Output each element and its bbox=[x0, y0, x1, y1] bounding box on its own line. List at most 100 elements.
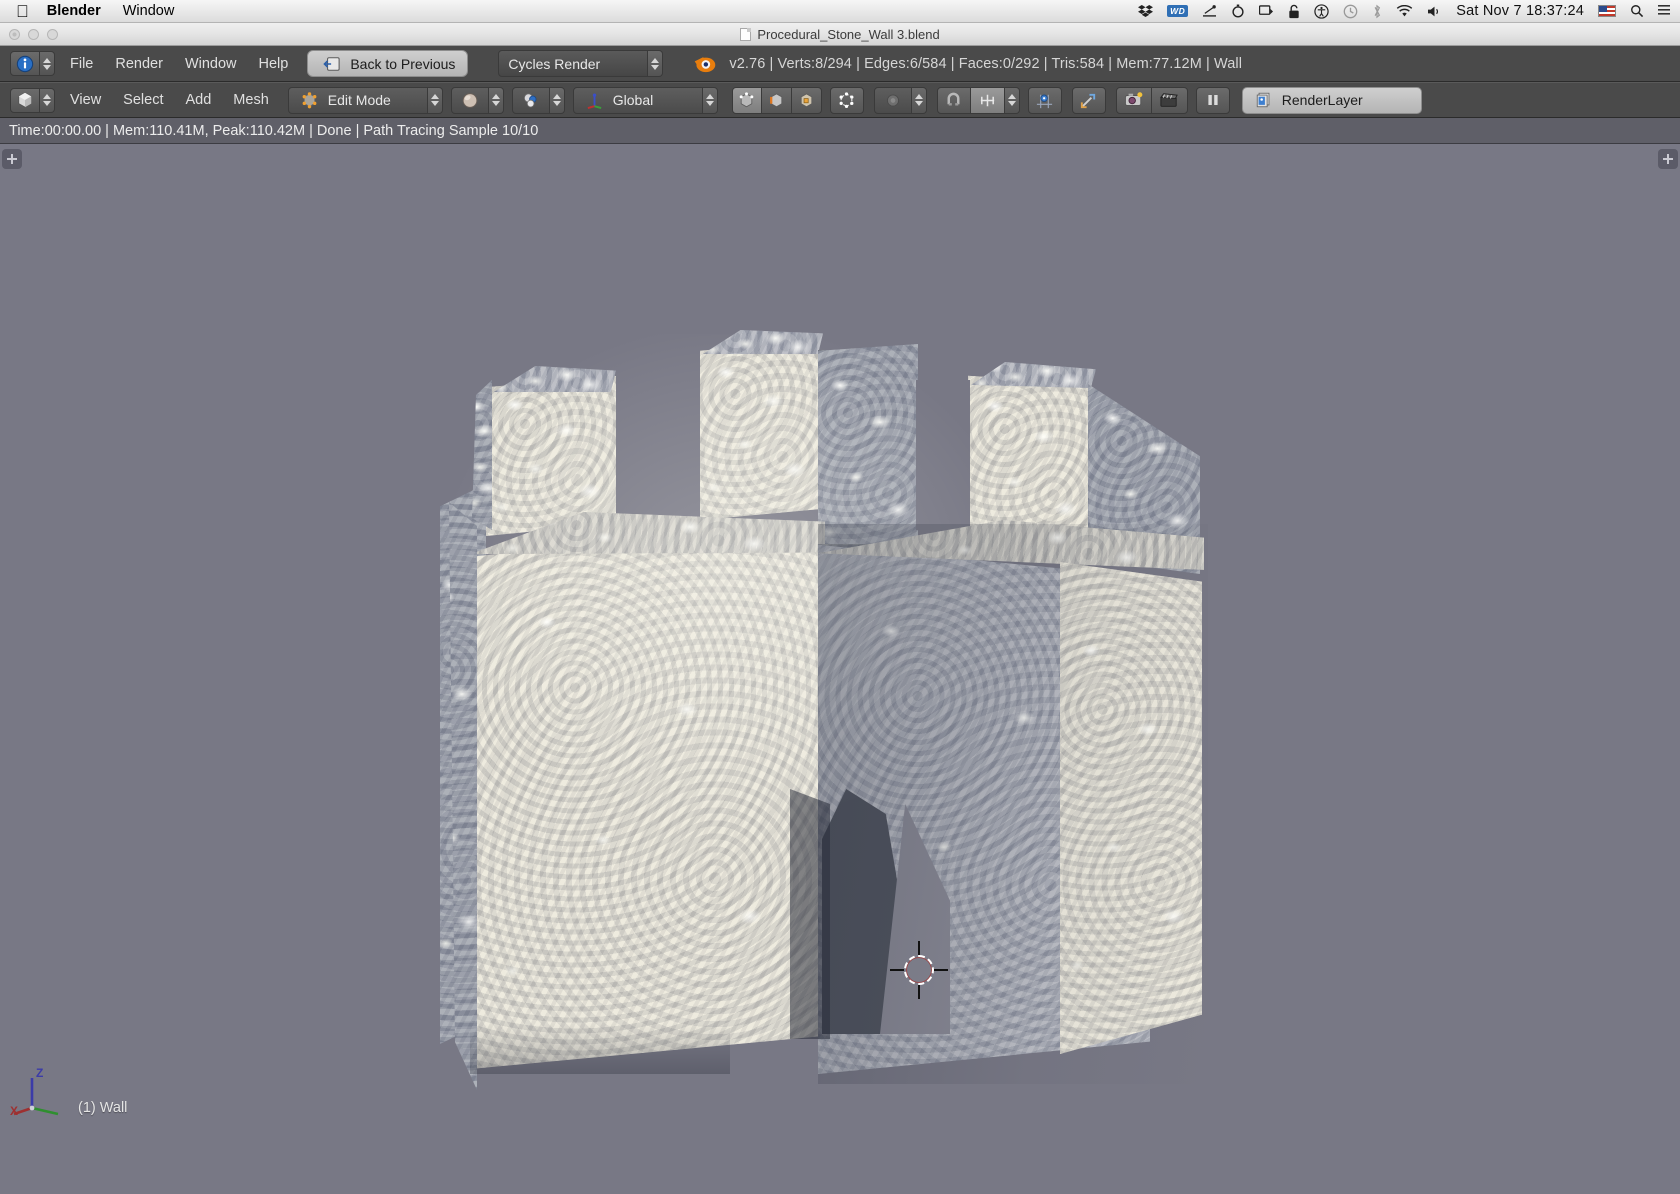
interaction-mode-label: Edit Mode bbox=[327, 92, 391, 108]
viewport-canvas[interactable]: Z X (1) Wall bbox=[0, 144, 1680, 1194]
info-menu-window[interactable]: Window bbox=[174, 46, 248, 82]
menubar-app-name[interactable]: Blender bbox=[47, 3, 101, 19]
window-close-button[interactable] bbox=[9, 29, 20, 40]
render-engine-spinner[interactable] bbox=[648, 50, 664, 77]
wall-left-front-face bbox=[470, 524, 820, 1069]
back-to-previous-button[interactable]: Back to Previous bbox=[307, 50, 469, 77]
accessibility-icon[interactable] bbox=[1314, 3, 1329, 19]
window-traffic-lights bbox=[9, 29, 58, 40]
interaction-mode-selector[interactable]: Edit Mode bbox=[287, 86, 443, 114]
info-editor-header: File Render Window Help Back to Previous… bbox=[0, 46, 1680, 82]
wifi-icon[interactable] bbox=[1396, 4, 1413, 18]
volume-icon[interactable] bbox=[1427, 5, 1442, 18]
vertex-select-icon[interactable] bbox=[731, 86, 762, 114]
edge-select-icon[interactable] bbox=[761, 86, 792, 114]
interaction-mode-spinner[interactable] bbox=[427, 86, 443, 114]
pivot-selector[interactable] bbox=[1027, 86, 1062, 114]
back-to-previous-label: Back to Previous bbox=[350, 55, 456, 72]
limit-selection-visible-icon[interactable] bbox=[829, 86, 864, 114]
manipulator-group[interactable] bbox=[1071, 86, 1106, 114]
info-menu-file[interactable]: File bbox=[59, 46, 104, 82]
crenel-gap-left bbox=[620, 360, 700, 530]
list-icon[interactable] bbox=[1658, 4, 1670, 18]
axis-orientation-icon bbox=[583, 88, 607, 112]
pause-render-toggle[interactable] bbox=[1195, 86, 1230, 114]
view3d-menu-select[interactable]: Select bbox=[112, 82, 174, 118]
snap-target-spinner[interactable] bbox=[1004, 86, 1020, 114]
render-engine-value[interactable]: Cycles Render bbox=[498, 50, 649, 77]
render-layer-label: RenderLayer bbox=[1281, 92, 1363, 108]
viewport-object-name: (1) Wall bbox=[78, 1100, 128, 1116]
dropbox-icon[interactable] bbox=[1138, 4, 1154, 19]
search-icon[interactable] bbox=[1630, 4, 1644, 18]
snap-increment-icon[interactable] bbox=[970, 86, 1005, 114]
info-menu-help[interactable]: Help bbox=[248, 46, 300, 82]
snap-magnet-icon[interactable] bbox=[936, 86, 971, 114]
view3d-editor-type-selector[interactable] bbox=[10, 87, 55, 113]
face-select-icon[interactable] bbox=[791, 86, 822, 114]
3d-cursor-ring bbox=[904, 955, 934, 985]
transform-orientation-selector[interactable]: Global bbox=[572, 86, 718, 114]
viewport-corner-handle-topright[interactable] bbox=[1658, 149, 1678, 169]
interaction-mode-button[interactable]: Edit Mode bbox=[287, 86, 428, 114]
render-buttons-group[interactable] bbox=[1115, 86, 1188, 114]
render-engine-selector[interactable]: Cycles Render bbox=[498, 50, 664, 77]
info-editor-type-spinner[interactable] bbox=[40, 51, 55, 76]
proportional-edit-spinner[interactable] bbox=[911, 86, 927, 114]
clapperboard-icon[interactable] bbox=[1151, 86, 1188, 114]
us-flag-icon[interactable] bbox=[1598, 5, 1616, 17]
info-editor-icon[interactable] bbox=[10, 51, 40, 76]
scanner-icon[interactable] bbox=[1202, 4, 1217, 18]
viewport-shading-selector[interactable] bbox=[450, 86, 504, 114]
pivot-median-point-icon[interactable] bbox=[1027, 86, 1062, 114]
blender-stats-text: v2.76 | Verts:8/294 | Edges:6/584 | Face… bbox=[729, 55, 1243, 72]
pause-icon[interactable] bbox=[1195, 86, 1230, 114]
menubar-clock[interactable]: Sat Nov 7 18:37:24 bbox=[1456, 3, 1584, 19]
bluetooth-icon[interactable] bbox=[1372, 4, 1382, 19]
merlon-left-front bbox=[486, 376, 616, 536]
merlon-left-side bbox=[472, 380, 492, 530]
3d-cursor-tick-bottom bbox=[918, 985, 920, 999]
window-zoom-button[interactable] bbox=[47, 29, 58, 40]
lock-icon[interactable] bbox=[1288, 4, 1300, 19]
procedural-stone-wall-model[interactable] bbox=[0, 144, 1680, 1194]
western-digital-icon[interactable]: WD bbox=[1167, 5, 1189, 17]
3d-cursor-tick-left bbox=[890, 969, 904, 971]
info-editor-type-selector[interactable] bbox=[10, 51, 55, 76]
view3d-viewport[interactable]: Z X (1) Wall bbox=[0, 144, 1680, 1194]
window-title: Procedural_Stone_Wall 3.blend bbox=[740, 27, 940, 42]
view3d-menu-view[interactable]: View bbox=[59, 82, 112, 118]
merlon-mid-top bbox=[703, 330, 823, 354]
snap-group[interactable] bbox=[936, 86, 1020, 114]
axis-label-z: Z bbox=[36, 1066, 44, 1080]
menubar-item-window[interactable]: Window bbox=[123, 3, 175, 19]
window-minimize-button[interactable] bbox=[28, 29, 39, 40]
proportional-edit-selector[interactable] bbox=[873, 86, 927, 114]
view3d-menu-add[interactable]: Add bbox=[174, 82, 222, 118]
merlon-mid-front bbox=[700, 340, 818, 520]
transform-orientation-button[interactable]: Global bbox=[572, 86, 703, 114]
viewport-shading-spinner[interactable] bbox=[488, 86, 504, 114]
viewport-corner-handle-topleft[interactable] bbox=[2, 149, 22, 169]
blender-application: File Render Window Help Back to Previous… bbox=[0, 46, 1680, 1194]
view3d-editor-icon[interactable] bbox=[10, 87, 40, 113]
timer-icon[interactable] bbox=[1231, 4, 1245, 18]
render-status-text: Time:00:00.00 | Mem:110.41M, Peak:110.42… bbox=[9, 122, 539, 139]
manipulator-icon[interactable] bbox=[1071, 86, 1106, 114]
view3d-menu-mesh[interactable]: Mesh bbox=[222, 82, 279, 118]
scene-mode-selector[interactable] bbox=[511, 86, 565, 114]
mesh-select-mode-group[interactable] bbox=[731, 86, 822, 114]
shading-solid-icon[interactable] bbox=[450, 86, 489, 114]
proportional-off-icon[interactable] bbox=[873, 86, 912, 114]
render-layer-selector[interactable]: RenderLayer bbox=[1241, 86, 1422, 114]
camera-icon[interactable] bbox=[1115, 86, 1152, 114]
time-machine-icon[interactable] bbox=[1343, 4, 1358, 19]
apple-logo-icon[interactable]:  bbox=[16, 3, 29, 20]
scene-mode-spinner[interactable] bbox=[549, 86, 565, 114]
texture-paint-icon[interactable] bbox=[511, 86, 550, 114]
view3d-editor-type-spinner[interactable] bbox=[40, 87, 55, 113]
info-menu-render[interactable]: Render bbox=[104, 46, 174, 82]
occlude-geometry-toggle[interactable] bbox=[829, 86, 864, 114]
transform-orientation-spinner[interactable] bbox=[702, 86, 718, 114]
display-eject-icon[interactable] bbox=[1259, 4, 1274, 18]
